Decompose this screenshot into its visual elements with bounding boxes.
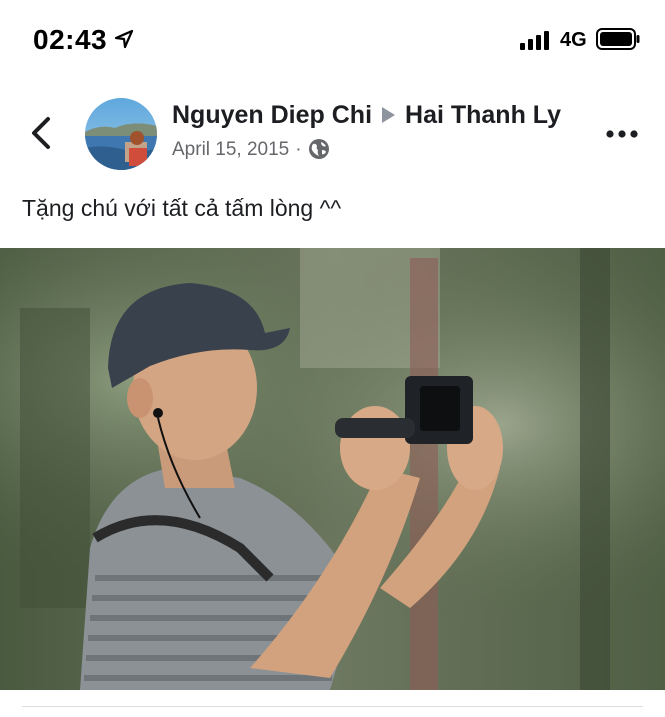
post-caption: Tặng chú với tất cả tấm lòng ^^ xyxy=(22,195,342,221)
post-meta: April 15, 2015 · xyxy=(172,138,330,161)
target-name[interactable]: Hai Thanh Ly xyxy=(405,101,561,129)
location-arrow-icon xyxy=(114,29,134,49)
more-options-button[interactable] xyxy=(605,120,639,148)
divider xyxy=(22,706,643,707)
author-name[interactable]: Nguyen Diep Chi xyxy=(172,101,372,129)
battery-icon xyxy=(596,28,640,50)
avatar-image xyxy=(85,98,157,170)
status-time: 02:43 xyxy=(33,24,108,55)
back-button[interactable] xyxy=(24,113,58,153)
globe-icon xyxy=(308,139,329,159)
post-author-line: Nguyen Diep Chi Hai Thanh Ly xyxy=(172,101,561,130)
status-bar: 02:43 4G xyxy=(0,0,665,80)
post-date[interactable]: April 15, 2015 xyxy=(172,139,289,160)
to-arrow-icon xyxy=(382,107,396,124)
post-photo[interactable] xyxy=(0,248,665,690)
photo-image xyxy=(0,248,665,690)
network-type: 4G xyxy=(560,29,587,51)
meta-separator: · xyxy=(295,139,302,160)
cellular-signal-icon xyxy=(520,31,549,50)
avatar[interactable] xyxy=(85,98,157,170)
